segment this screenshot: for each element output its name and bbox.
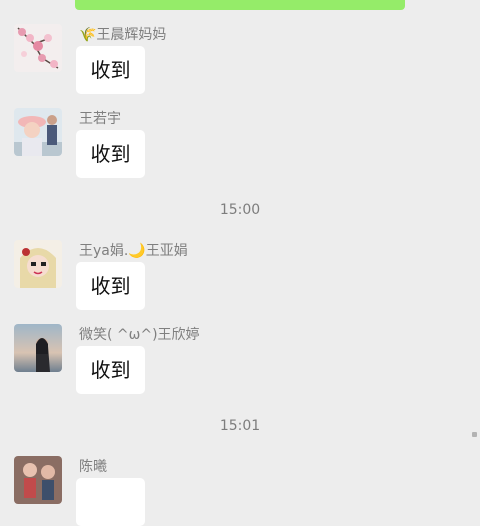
sender-name: 微笑( ^ω^)王欣婷 [79, 327, 200, 343]
avatar[interactable] [14, 24, 62, 72]
sender-name: 王ya娟.🌙王亚娟 [79, 243, 188, 259]
avatar[interactable] [14, 108, 62, 156]
message-bubble[interactable] [76, 478, 145, 526]
sender-name: 陈曦 [79, 459, 107, 475]
scrollbar-indicator[interactable] [472, 432, 477, 437]
timestamp: 15:00 [219, 202, 261, 218]
previous-sent-message-bubble[interactable] [75, 0, 405, 10]
avatar[interactable] [14, 240, 62, 288]
avatar[interactable] [14, 324, 62, 372]
message-bubble[interactable]: 收到 [76, 346, 145, 394]
message-bubble[interactable]: 收到 [76, 130, 145, 178]
message-bubble[interactable]: 收到 [76, 262, 145, 310]
message-bubble[interactable]: 收到 [76, 46, 145, 94]
timestamp: 15:01 [219, 418, 261, 434]
sender-name: 王若宇 [79, 111, 121, 127]
avatar[interactable] [14, 456, 62, 504]
sender-name: 🌾王晨辉妈妈 [79, 27, 167, 43]
